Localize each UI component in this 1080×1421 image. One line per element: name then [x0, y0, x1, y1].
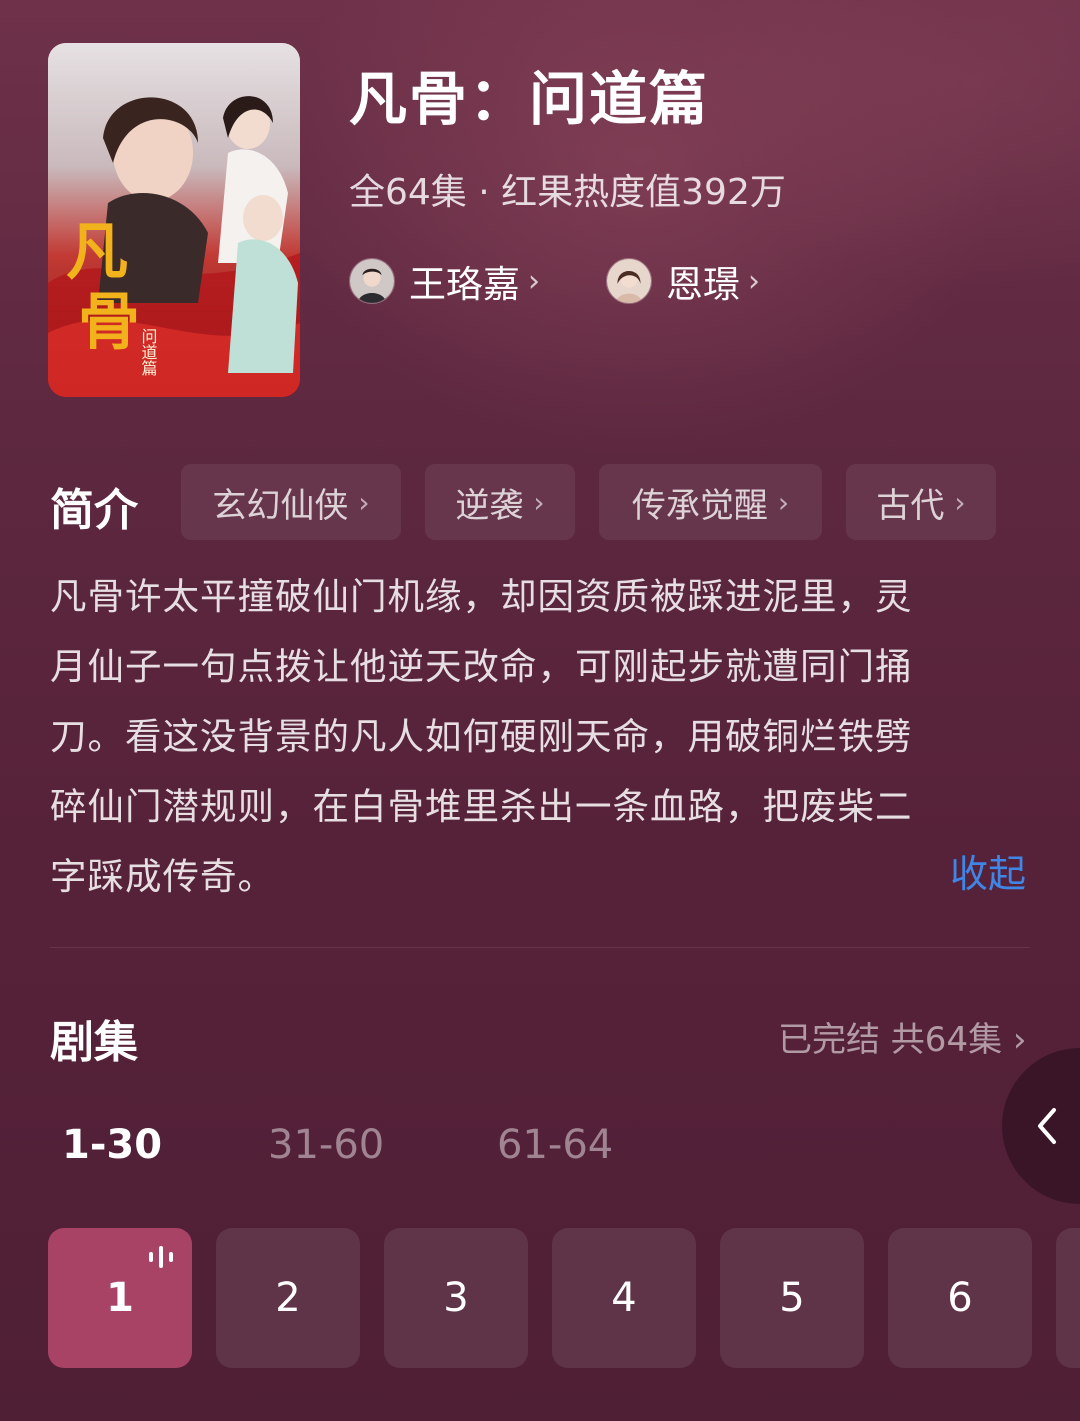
avatar [606, 258, 652, 304]
tag-label: 玄幻仙侠 [212, 485, 349, 526]
episode-button-partial[interactable] [1056, 1228, 1080, 1368]
description-line: 刀。看这没背景的凡人如何硬刚天命，用破铜烂铁劈 [50, 715, 913, 758]
episode-number: 6 [947, 1275, 973, 1321]
chevron-right-icon: › [528, 263, 540, 299]
tag-label: 古代 [876, 485, 945, 526]
episode-button-6[interactable]: 6 [888, 1228, 1032, 1368]
chevron-right-icon: › [358, 485, 370, 519]
cast-name: 王珞嘉 [409, 263, 520, 306]
episodes-status-link[interactable]: 已完结 共64集 › [778, 1012, 1026, 1061]
chevron-left-icon [1038, 1108, 1056, 1144]
chevron-right-icon: › [954, 485, 966, 519]
intro-heading: 简介 [50, 485, 138, 536]
drama-title: 凡骨：问道篇 [349, 65, 710, 133]
cast-item-en-jing[interactable]: 恩璟 › [606, 255, 760, 307]
collapse-button[interactable]: 收起 [950, 843, 1026, 898]
poster-image[interactable]: 凡 骨 问道篇 [48, 43, 300, 397]
episode-number: 1 [106, 1275, 134, 1321]
tag-nixi[interactable]: 逆袭 › [425, 464, 575, 540]
range-tab-1-30[interactable]: 1-30 [62, 1122, 162, 1168]
episode-button-4[interactable]: 4 [552, 1228, 696, 1368]
episode-button-3[interactable]: 3 [384, 1228, 528, 1368]
description-line: 凡骨许太平撞破仙门机缘，却因资质被踩进泥里，灵 [50, 575, 913, 618]
drama-meta: 全64集 · 红果热度值392万 [349, 172, 786, 213]
svg-text:问道篇: 问道篇 [139, 328, 158, 376]
tag-xuanhuan[interactable]: 玄幻仙侠 › [181, 464, 401, 540]
chevron-right-icon: › [777, 485, 790, 519]
cast-item-wang-luojia[interactable]: 王珞嘉 › [349, 255, 540, 307]
episode-number: 5 [779, 1275, 805, 1321]
avatar [349, 258, 395, 304]
episode-number: 2 [275, 1275, 301, 1321]
description-line: 月仙子一句点拨让他逆天改命，可刚起步就遭同门捅 [50, 645, 913, 688]
episode-number: 3 [443, 1275, 469, 1321]
tag-label: 传承觉醒 [631, 485, 768, 526]
tag-label: 逆袭 [455, 485, 524, 526]
range-tab-61-64[interactable]: 61-64 [497, 1122, 613, 1168]
chevron-right-icon: › [748, 263, 760, 299]
cast-name: 恩璟 [666, 263, 740, 306]
tag-chuancheng[interactable]: 传承觉醒 › [599, 464, 822, 540]
description-line: 字踩成传奇。 [50, 855, 275, 898]
episode-button-1[interactable]: 1 [48, 1228, 192, 1368]
description-line: 碎仙门潜规则，在白骨堆里杀出一条血路，把废柴二 [50, 785, 913, 828]
svg-text:凡: 凡 [66, 215, 128, 288]
divider [50, 947, 1030, 948]
episode-button-2[interactable]: 2 [216, 1228, 360, 1368]
svg-text:骨: 骨 [78, 285, 140, 358]
episodes-heading: 剧集 [50, 1017, 138, 1068]
tag-gudai[interactable]: 古代 › [846, 464, 996, 540]
playing-bars-icon [149, 1246, 173, 1268]
episode-button-5[interactable]: 5 [720, 1228, 864, 1368]
range-tab-31-60[interactable]: 31-60 [268, 1122, 384, 1168]
chevron-right-icon: › [533, 485, 545, 519]
episode-number: 4 [611, 1275, 637, 1321]
intro-description: 凡骨许太平撞破仙门机缘，却因资质被踩进泥里，灵 月仙子一句点拨让他逆天改命，可刚… [50, 562, 1030, 912]
